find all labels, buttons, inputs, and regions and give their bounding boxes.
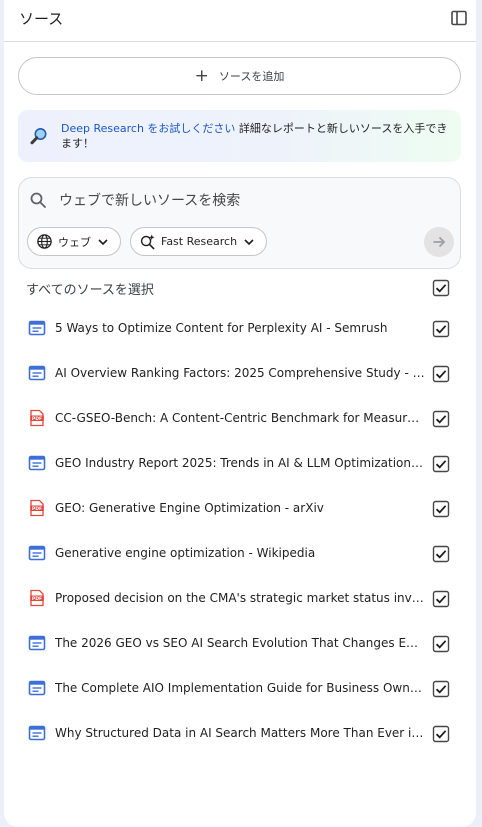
source-checkbox[interactable] xyxy=(432,725,450,743)
source-title: GEO: Generative Engine Optimization - ar… xyxy=(55,501,324,515)
source-checkbox[interactable] xyxy=(432,590,450,608)
source-item[interactable]: Why Structured Data in AI Search Matters… xyxy=(4,711,476,756)
source-title: Generative engine optimization - Wikiped… xyxy=(55,546,316,560)
svg-text:PDF: PDF xyxy=(32,596,42,602)
source-checkbox[interactable] xyxy=(432,365,450,383)
source-checkbox[interactable] xyxy=(432,410,450,428)
source-title: 5 Ways to Optimize Content for Perplexit… xyxy=(55,321,388,335)
web-page-icon xyxy=(28,365,46,381)
source-checkbox[interactable] xyxy=(432,635,450,653)
source-checkbox[interactable] xyxy=(432,455,450,473)
source-item[interactable]: PDF CC-GSEO-Bench: A Content-Centric Benc… xyxy=(4,396,476,441)
deep-research-promo: Deep Research をお試しください 詳細なレポートと新しいソースを入手… xyxy=(18,110,461,162)
source-title: Why Structured Data in AI Search Matters… xyxy=(55,726,425,740)
source-type-dropdown[interactable]: ウェブ xyxy=(27,227,121,256)
plus-icon: + xyxy=(194,65,209,86)
source-title: Proposed decision on the CMA's strategic… xyxy=(55,591,424,605)
pdf-file-icon: PDF xyxy=(30,589,44,607)
select-all-label: すべてのソースを選択 xyxy=(26,283,154,298)
web-page-icon xyxy=(28,680,46,696)
search-submit-button[interactable] xyxy=(424,227,454,257)
collapse-panel-icon[interactable] xyxy=(450,9,468,27)
source-checkbox[interactable] xyxy=(432,680,450,698)
svg-text:PDF: PDF xyxy=(32,416,42,422)
search-icon xyxy=(30,192,46,208)
deep-research-link[interactable]: Deep Research をお試しください xyxy=(61,122,235,135)
source-title: The Complete AIO Implementation Guide fo… xyxy=(55,681,425,695)
source-type-label: ウェブ xyxy=(58,235,91,249)
source-title: AI Overview Ranking Factors: 2025 Compre… xyxy=(55,366,425,380)
source-title: GEO Industry Report 2025: Trends in AI &… xyxy=(55,456,425,470)
source-checkbox[interactable] xyxy=(432,320,450,338)
source-item[interactable]: GEO Industry Report 2025: Trends in AI &… xyxy=(4,441,476,486)
source-title: The 2026 GEO vs SEO AI Search Evolution … xyxy=(55,636,425,650)
source-item[interactable]: Generative engine optimization - Wikiped… xyxy=(4,531,476,576)
source-item[interactable]: PDF Proposed decision on the CMA's strate… xyxy=(4,576,476,621)
add-source-label: ソースを追加 xyxy=(218,70,285,83)
research-mode-label: Fast Research xyxy=(161,235,238,248)
web-page-icon xyxy=(28,455,46,471)
source-item[interactable]: The 2026 GEO vs SEO AI Search Evolution … xyxy=(4,621,476,666)
research-mode-dropdown[interactable]: Fast Research xyxy=(130,227,268,256)
select-all-row: すべてのソースを選択 xyxy=(26,279,456,299)
source-title: CC-GSEO-Bench: A Content-Centric Benchma… xyxy=(55,411,420,425)
pdf-file-icon: PDF xyxy=(30,499,44,517)
web-page-icon xyxy=(28,320,46,336)
source-item[interactable]: AI Overview Ranking Factors: 2025 Compre… xyxy=(4,351,476,396)
source-item[interactable]: PDF GEO: Generative Engine Optimization -… xyxy=(4,486,476,531)
chevron-down-icon xyxy=(244,238,254,245)
add-source-button[interactable]: + ソースを追加 xyxy=(18,57,461,95)
globe-icon xyxy=(37,234,52,249)
search-input[interactable] xyxy=(59,188,439,214)
select-all-checkbox[interactable] xyxy=(432,279,450,297)
sparkle-search-icon xyxy=(140,234,155,250)
web-search-box: ウェブ Fast Research xyxy=(18,177,461,269)
svg-text:PDF: PDF xyxy=(32,506,42,512)
web-page-icon xyxy=(28,725,46,741)
source-checkbox[interactable] xyxy=(432,500,450,518)
chevron-down-icon xyxy=(98,238,108,245)
pdf-file-icon: PDF xyxy=(30,409,44,427)
source-item[interactable]: The Complete AIO Implementation Guide fo… xyxy=(4,666,476,711)
arrow-right-icon xyxy=(433,236,446,248)
sources-panel: ソース + ソースを追加 Deep Research をお試しください 詳細なレ… xyxy=(4,0,476,827)
web-page-icon xyxy=(28,545,46,561)
source-checkbox[interactable] xyxy=(432,545,450,563)
promo-text: Deep Research をお試しください 詳細なレポートと新しいソースを入手… xyxy=(61,121,453,151)
panel-header: ソース xyxy=(4,0,476,42)
web-page-icon xyxy=(28,635,46,651)
magnifier-icon xyxy=(30,128,47,145)
source-item[interactable]: 5 Ways to Optimize Content for Perplexit… xyxy=(4,306,476,351)
panel-title: ソース xyxy=(19,10,64,28)
